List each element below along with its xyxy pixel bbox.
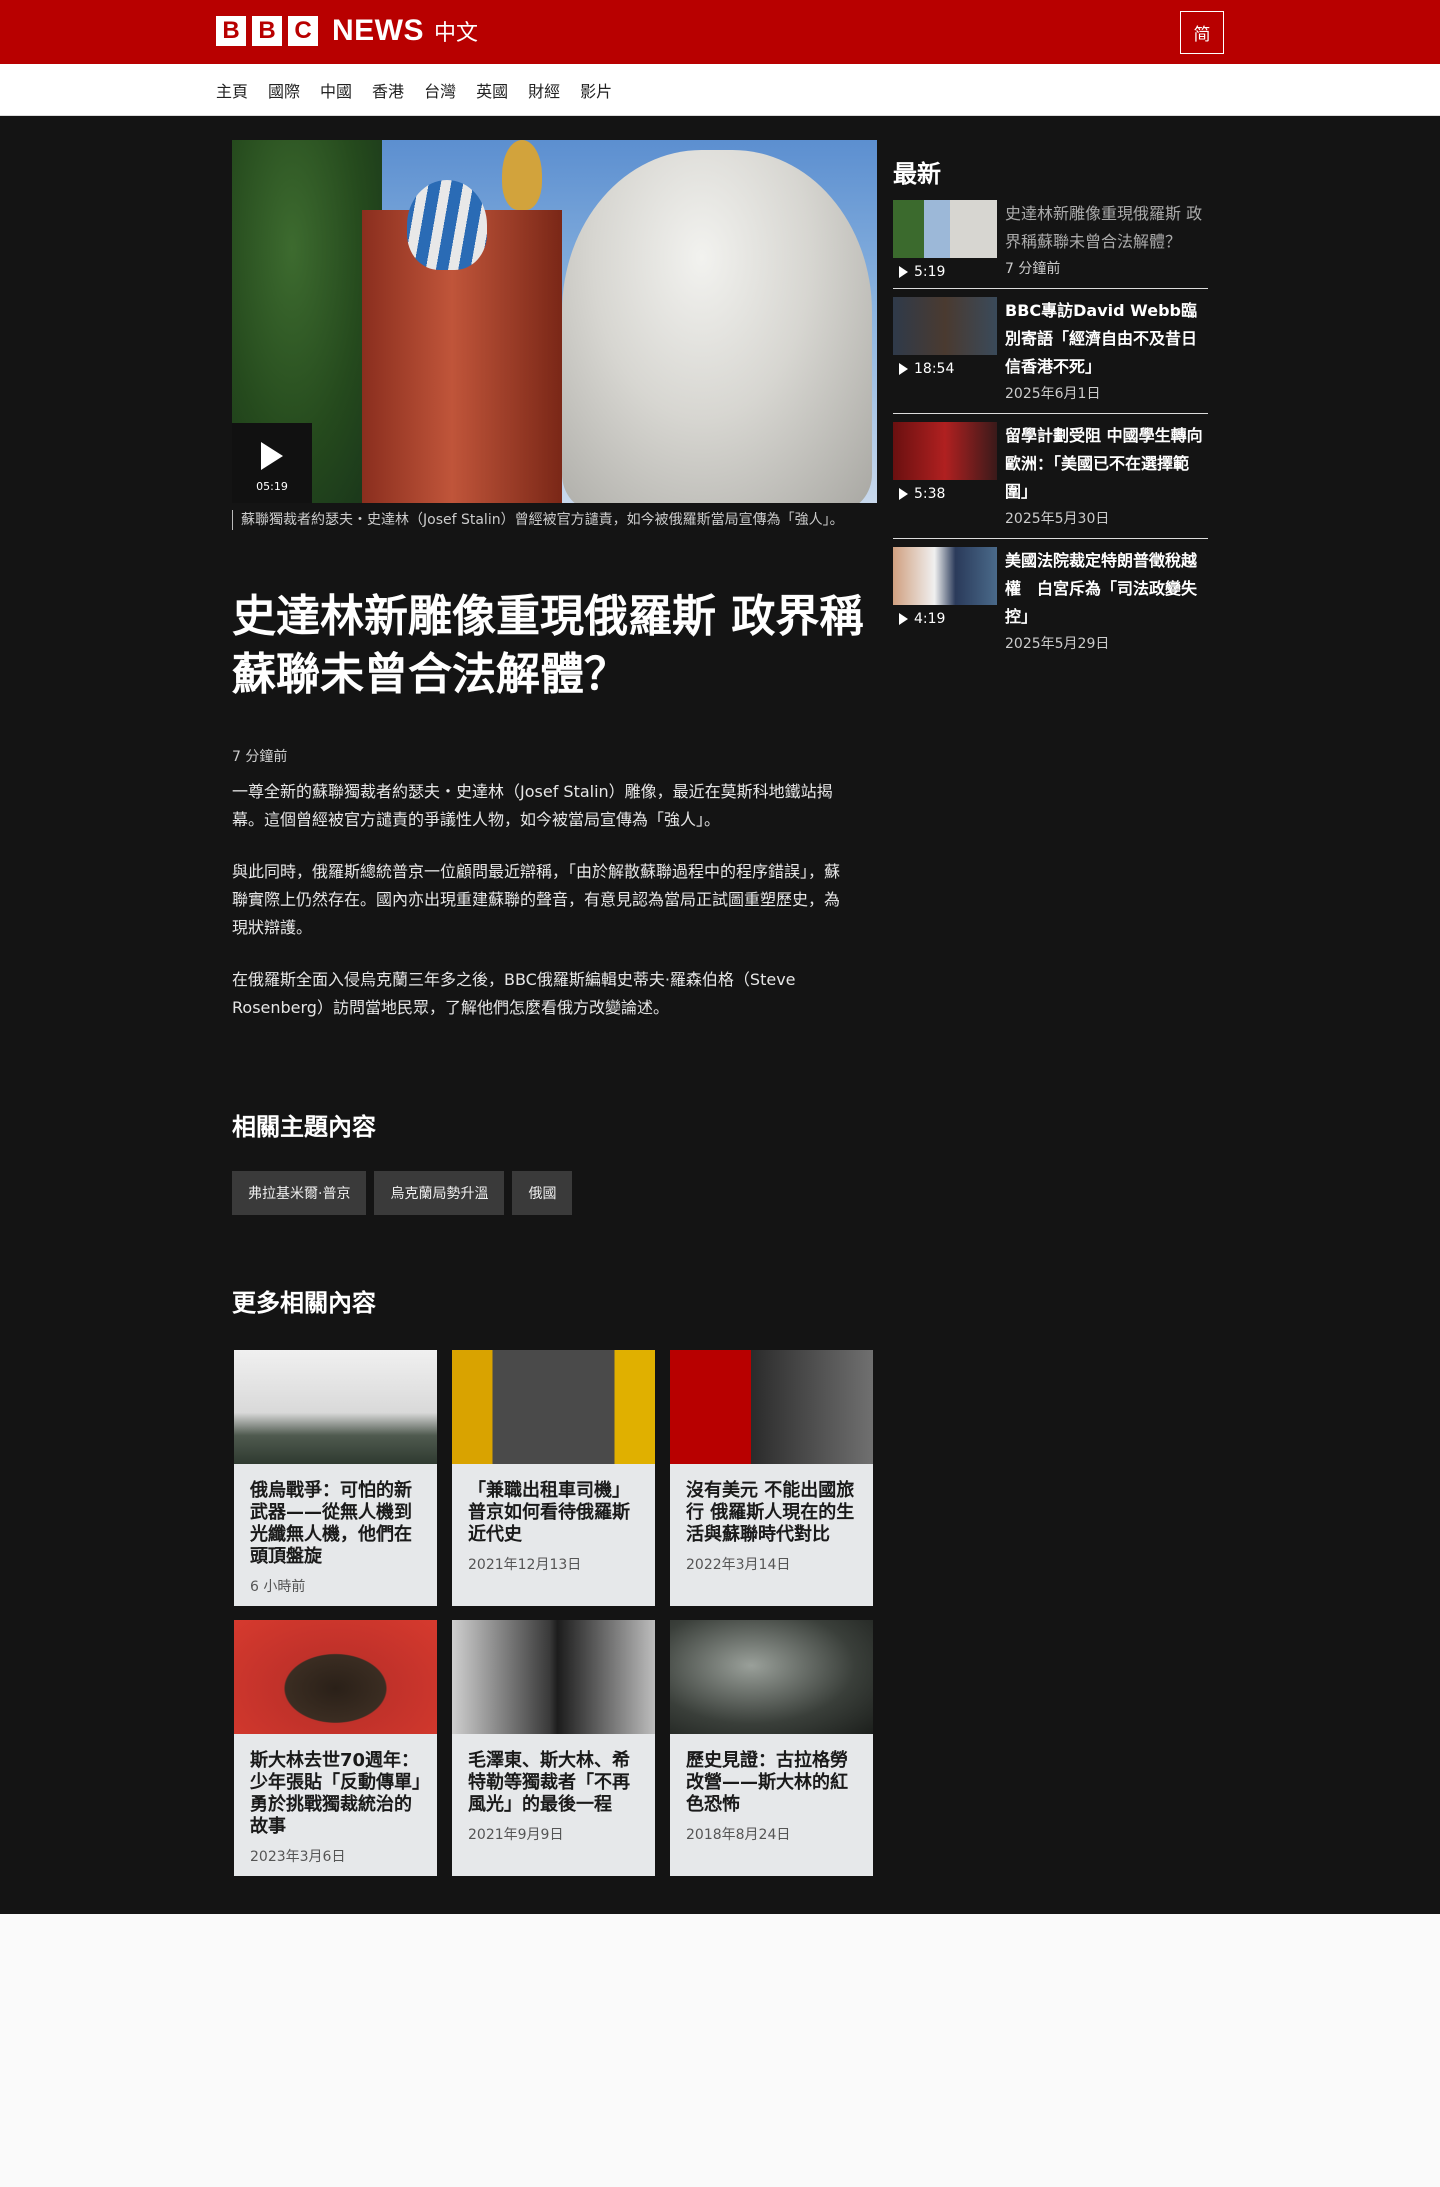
latest-duration: 5:19 — [899, 264, 945, 280]
related-card[interactable]: 沒有美元 不能出國旅行 俄羅斯人現在的生活與蘇聯時代對比 2022年3月14日 — [670, 1350, 873, 1606]
logo-lang-text: 中文 — [434, 21, 479, 46]
nav-item-china[interactable]: 中國 — [320, 78, 352, 102]
latest-item[interactable]: 18:54 BBC專訪David Webb臨別寄語「經濟自由不及昔日 信香港不死… — [893, 297, 1208, 414]
latest-thumbnail: 5:19 — [893, 200, 997, 280]
duration-text: 5:19 — [914, 264, 946, 280]
card-title: 沒有美元 不能出國旅行 俄羅斯人現在的生活與蘇聯時代對比 — [686, 1480, 855, 1545]
nav-item-hongkong[interactable]: 香港 — [372, 78, 404, 102]
latest-thumbnail: 5:38 — [893, 422, 997, 502]
nav-item-finance[interactable]: 財經 — [528, 78, 560, 102]
play-icon — [899, 613, 908, 625]
related-topics-heading: 相關主題內容 — [232, 1113, 376, 1141]
nav-item-international[interactable]: 國際 — [268, 78, 300, 102]
latest-title[interactable]: BBC專訪David Webb臨別寄語「經濟自由不及昔日 信香港不死」 — [1005, 297, 1208, 381]
topic-tag-ukraine[interactable]: 烏克蘭局勢升溫 — [374, 1171, 505, 1215]
latest-duration: 5:38 — [899, 486, 945, 502]
nav-item-taiwan[interactable]: 台灣 — [424, 78, 456, 102]
latest-duration: 18:54 — [899, 361, 954, 377]
card-date: 6 小時前 — [250, 1579, 306, 1595]
latest-date: 2025年5月30日 — [1005, 511, 1110, 527]
latest-title[interactable]: 史達林新雕像重現俄羅斯 政界稱蘇聯未曾合法解體？ — [1005, 200, 1208, 256]
latest-heading: 最新 — [893, 160, 941, 188]
duration-text: 18:54 — [914, 361, 955, 377]
related-card[interactable]: 歷史見證：古拉格勞改營——斯大林的紅色恐怖 2018年8月24日 — [670, 1620, 873, 1876]
article-paragraph-1: 一尊全新的蘇聯獨裁者約瑟夫・史達林（Josef Stalin）雕像，最近在莫斯科… — [232, 782, 833, 829]
nav-item-home[interactable]: 主頁 — [216, 78, 248, 102]
card-image-gulag — [670, 1620, 873, 1734]
article-paragraph-3: 在俄羅斯全面入侵烏克蘭三年多之後，BBC俄羅斯編輯史蒂夫·羅森伯格（Steve … — [232, 970, 796, 1017]
play-icon — [899, 488, 908, 500]
hero-image-dome-gold — [502, 140, 542, 210]
card-title: 「兼職出租車司機」普京如何看待俄羅斯近代史 — [468, 1480, 630, 1545]
related-card[interactable]: 斯大林去世70週年：少年張貼「反動傳單」勇於挑戰獨裁統治的故事 2023年3月6… — [234, 1620, 437, 1876]
play-icon — [899, 363, 908, 375]
card-date: 2022年3月14日 — [686, 1557, 791, 1573]
play-icon — [899, 266, 908, 278]
latest-title[interactable]: 留學計劃受阻 中國學生轉向歐洲：「美國已不在選擇範圍」 — [1005, 422, 1208, 506]
card-date: 2021年12月13日 — [468, 1557, 582, 1573]
card-title: 歷史見證：古拉格勞改營——斯大林的紅色恐怖 — [686, 1750, 848, 1815]
latest-item[interactable]: 5:19 史達林新雕像重現俄羅斯 政界稱蘇聯未曾合法解體？ 7 分鐘前 — [893, 200, 1208, 289]
bbc-news-logo[interactable]: B B C NEWS 中文 — [216, 14, 479, 47]
card-image-dictators — [452, 1620, 655, 1734]
video-caption: 蘇聯獨裁者約瑟夫・史達林（Josef Stalin）曾經被官方譴責，如今被俄羅斯… — [232, 510, 852, 530]
top-bar: B B C NEWS 中文 简 — [0, 0, 1440, 64]
video-play-button[interactable]: 05:19 — [232, 423, 312, 503]
card-date: 2018年8月24日 — [686, 1827, 791, 1843]
section-nav: 主頁 國際 中國 香港 台灣 英國 財經 影片 — [0, 64, 1440, 116]
card-title: 俄烏戰爭：可怕的新武器——從無人機到光纖無人機，他們在頭頂盤旋 — [250, 1480, 412, 1567]
card-image-drone — [234, 1350, 437, 1464]
latest-list: 5:19 史達林新雕像重現俄羅斯 政界稱蘇聯未曾合法解體？ 7 分鐘前 18:5… — [893, 200, 1208, 671]
video-player[interactable] — [232, 140, 877, 503]
logo-news-text: NEWS — [332, 14, 424, 47]
logo-letter-b1: B — [216, 16, 246, 46]
article-headline: 史達林新雕像重現俄羅斯 政界稱蘇聯未曾合法解體？ — [232, 591, 864, 700]
article-timestamp: 7 分鐘前 — [232, 749, 288, 765]
simplified-chinese-button[interactable]: 简 — [1180, 11, 1224, 54]
related-cards-grid: 俄烏戰爭：可怕的新武器——從無人機到光纖無人機，他們在頭頂盤旋 6 小時前 「兼… — [234, 1350, 876, 1876]
latest-duration: 4:19 — [899, 611, 945, 627]
logo-letter-c: C — [288, 16, 318, 46]
latest-date: 7 分鐘前 — [1005, 261, 1061, 277]
latest-thumbnail: 18:54 — [893, 297, 997, 377]
article-paragraph-2: 與此同時，俄羅斯總統普京一位顧問最近辯稱，「由於解散蘇聯過程中的程序錯誤」，蘇聯… — [232, 862, 841, 937]
topic-tag-putin[interactable]: 弗拉基米爾·普京 — [232, 1171, 367, 1215]
nav-item-uk[interactable]: 英國 — [476, 78, 508, 102]
card-date: 2021年9月9日 — [468, 1827, 564, 1843]
latest-date: 2025年5月29日 — [1005, 636, 1110, 652]
hero-image-statue — [562, 150, 872, 503]
duration-text: 4:19 — [914, 611, 946, 627]
latest-date: 2025年6月1日 — [1005, 386, 1101, 402]
card-image-soviet-flag — [670, 1350, 873, 1464]
more-related-heading: 更多相關內容 — [232, 1289, 376, 1317]
related-card[interactable]: 俄烏戰爭：可怕的新武器——從無人機到光纖無人機，他們在頭頂盤旋 6 小時前 — [234, 1350, 437, 1606]
latest-item[interactable]: 5:38 留學計劃受阻 中國學生轉向歐洲：「美國已不在選擇範圍」 2025年5月… — [893, 422, 1208, 539]
latest-title[interactable]: 美國法院裁定特朗普徵稅越權 白宮斥為「司法政變失控」 — [1005, 547, 1208, 631]
topic-tags: 弗拉基米爾·普京 烏克蘭局勢升溫 俄國 — [232, 1171, 573, 1215]
video-duration: 05:19 — [256, 479, 288, 493]
nav-item-video[interactable]: 影片 — [580, 78, 612, 102]
latest-item[interactable]: 4:19 美國法院裁定特朗普徵稅越權 白宮斥為「司法政變失控」 2025年5月2… — [893, 547, 1208, 663]
logo-letter-b2: B — [252, 16, 282, 46]
related-card[interactable]: 毛澤東、斯大林、希特勒等獨裁者「不再風光」的最後一程 2021年9月9日 — [452, 1620, 655, 1876]
card-image-taxi — [452, 1350, 655, 1464]
hero-image-dome — [407, 180, 487, 270]
related-card[interactable]: 「兼職出租車司機」普京如何看待俄羅斯近代史 2021年12月13日 — [452, 1350, 655, 1606]
card-date: 2023年3月6日 — [250, 1849, 346, 1865]
topic-tag-russia[interactable]: 俄國 — [512, 1171, 573, 1215]
play-icon — [261, 441, 283, 470]
latest-thumbnail: 4:19 — [893, 547, 997, 627]
card-title: 斯大林去世70週年：少年張貼「反動傳單」勇於挑戰獨裁統治的故事 — [250, 1750, 421, 1837]
card-image-stalin-poster — [234, 1620, 437, 1734]
card-title: 毛澤東、斯大林、希特勒等獨裁者「不再風光」的最後一程 — [468, 1750, 630, 1815]
duration-text: 5:38 — [914, 486, 946, 502]
